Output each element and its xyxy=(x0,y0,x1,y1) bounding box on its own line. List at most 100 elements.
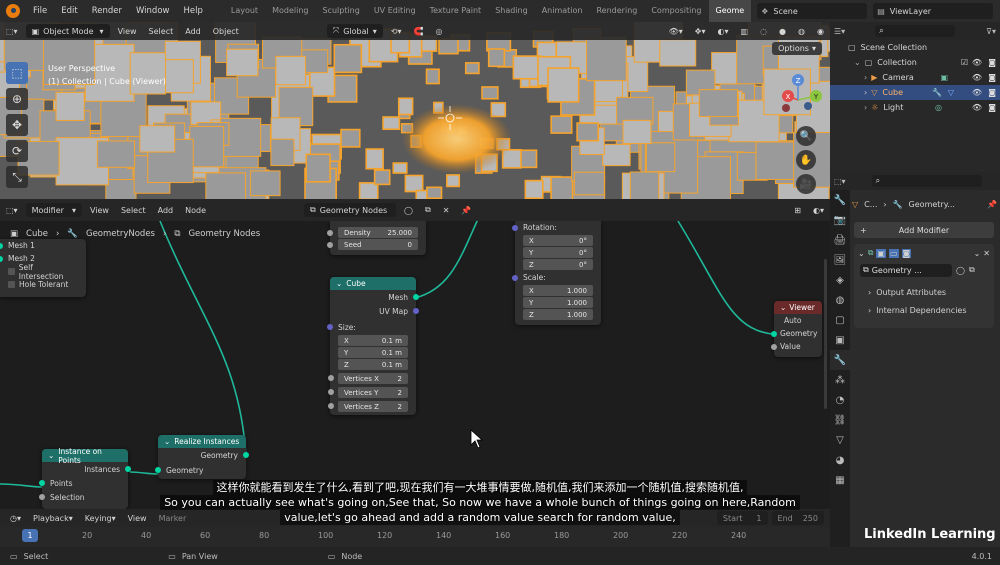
3d-viewport[interactable]: ⬚▾ ▣ Object Mode ▾ View Select Add Objec… xyxy=(0,22,830,199)
outliner-row-light[interactable]: › ☼ Light ◎ 👁 ◙ xyxy=(830,100,1000,115)
breadcrumb-tree[interactable]: Geometry Nodes xyxy=(188,229,260,239)
orientation-dropdown[interactable]: ⤧ Global ▾ xyxy=(326,24,383,38)
socket-icon[interactable] xyxy=(512,225,518,231)
gizmo-toggle-icon[interactable]: ✥▾ xyxy=(689,24,712,38)
properties-search-input[interactable]: ⌕ xyxy=(871,175,982,187)
tab-sculpting[interactable]: Sculpting xyxy=(315,0,366,22)
eye-icon[interactable]: 👁 xyxy=(972,103,982,112)
particles-tab-icon[interactable]: ⁂ xyxy=(830,370,850,390)
density-field[interactable]: Density 25.000 xyxy=(338,227,418,238)
xray-icon[interactable]: ▥ xyxy=(735,24,755,38)
menu-add[interactable]: Add xyxy=(152,203,180,217)
visibility-icon[interactable]: 👁▾ xyxy=(663,24,689,38)
eye-icon[interactable]: 👁 xyxy=(972,73,982,82)
socket-icon[interactable] xyxy=(771,344,777,350)
instance-on-points-header[interactable]: ⌄ Instance on Points xyxy=(42,447,128,465)
socket-icon[interactable] xyxy=(125,466,131,472)
proportional-edit-icon[interactable]: ◎ xyxy=(429,24,448,38)
scene-selector[interactable]: ❖ Scene xyxy=(757,3,868,19)
scene-tab-icon[interactable]: ◈ xyxy=(830,270,850,290)
filter-icon[interactable]: ⊽▾ xyxy=(986,27,996,36)
tab-shading[interactable]: Shading xyxy=(488,0,535,22)
current-frame-indicator[interactable]: 1 xyxy=(22,529,38,542)
chevron-down-icon[interactable]: ⌄ xyxy=(974,249,981,258)
realize-instances-node[interactable]: ⌄ Realize Instances Geometry Geometry xyxy=(155,435,249,479)
socket-icon[interactable] xyxy=(328,403,334,409)
scene-collection-row[interactable]: ▢ Scene Collection xyxy=(830,40,1000,55)
mode-dropdown[interactable]: ▣ Object Mode ▾ xyxy=(25,24,110,38)
select-box-tool-icon[interactable]: ⬚ xyxy=(6,62,28,84)
camera-view-icon[interactable]: 🎥 xyxy=(796,174,816,194)
menu-view[interactable]: View xyxy=(112,24,143,38)
chevron-right-icon[interactable]: › xyxy=(864,103,867,112)
vertices-y-field[interactable]: Vertices Y 2 xyxy=(328,387,408,398)
socket-icon[interactable] xyxy=(39,480,45,486)
pivot-icon[interactable]: ⟲▾ xyxy=(385,24,408,38)
node-tree-type-dropdown[interactable]: Modifier ▾ xyxy=(25,203,82,217)
eye-icon[interactable]: 👁 xyxy=(972,58,982,67)
outliner-row-cube[interactable]: › ▽ Cube 🔧 ▽ 👁 ◙ xyxy=(830,85,1000,100)
pan-hand-icon[interactable]: ✋ xyxy=(796,150,816,170)
geometry-node-editor[interactable]: ⬚▾ Modifier ▾ View Select Add Node ⧉ Geo… xyxy=(0,199,830,509)
keying-menu[interactable]: Keying ▾ xyxy=(79,511,122,525)
pin-icon[interactable]: 📌 xyxy=(987,200,997,209)
output-tab-icon[interactable]: 🖨 xyxy=(830,230,850,250)
camera-render-icon[interactable]: ◙ xyxy=(988,73,996,82)
render-tab-icon[interactable]: 📷 xyxy=(830,210,850,230)
scale-y-field[interactable]: Y 1.000 xyxy=(523,297,593,308)
menu-object[interactable]: Object xyxy=(207,24,245,38)
chevron-down-icon[interactable]: ⌄ xyxy=(854,58,861,67)
editor-type-icon[interactable]: ☰▾ xyxy=(834,27,845,36)
timeline-editor-icon[interactable]: ◷▾ xyxy=(4,511,27,525)
menu-help[interactable]: Help xyxy=(176,6,209,16)
tab-animation[interactable]: Animation xyxy=(535,0,590,22)
move-tool-icon[interactable]: ✥ xyxy=(6,114,28,136)
snap-icon[interactable]: 🧲 xyxy=(407,24,429,38)
shading-solid-icon[interactable]: ● xyxy=(773,24,792,38)
output-attributes-subpanel[interactable]: › Output Attributes xyxy=(854,284,994,300)
realize-instances-header[interactable]: ⌄ Realize Instances xyxy=(158,435,246,448)
camera-render-icon[interactable]: ◙ xyxy=(988,88,996,97)
socket-icon[interactable] xyxy=(155,467,161,473)
scale-tool-icon[interactable]: ⤡ xyxy=(6,166,28,188)
scale-x-field[interactable]: X 1.000 xyxy=(523,285,593,296)
data-tab-icon[interactable]: ▽ xyxy=(830,430,850,450)
internal-dependencies-subpanel[interactable]: › Internal Dependencies xyxy=(854,302,994,318)
transform-node[interactable]: Rotation: X 0° Y 0° Z 0° Scale: X 1.000 Y 1.0… xyxy=(512,221,601,325)
outliner-row-collection[interactable]: ⌄ ▢ Collection ☑ 👁 ◙ xyxy=(830,55,1000,70)
size-y-field[interactable]: Y 0.1 m xyxy=(338,347,408,358)
menu-select[interactable]: Select xyxy=(115,203,152,217)
seed-field[interactable]: Seed 0 xyxy=(338,239,418,250)
duplicate-tree-icon[interactable]: ⧉ xyxy=(419,203,437,217)
cursor-tool-icon[interactable]: ⊕ xyxy=(6,88,28,110)
socket-icon[interactable] xyxy=(0,243,3,249)
mesh-boolean-node[interactable]: Mesh 1 Mesh 2 Self Intersection Hole Tol… xyxy=(0,239,86,297)
socket-icon[interactable] xyxy=(243,452,249,458)
snap-icon[interactable]: ⊞ xyxy=(788,203,807,217)
instance-on-points-node[interactable]: ⌄ Instance on Points Instances Points Se… xyxy=(39,447,131,509)
editor-type-icon[interactable]: ⬚▾ xyxy=(834,177,846,186)
options-button[interactable]: Options ▾ xyxy=(772,42,822,55)
socket-icon[interactable] xyxy=(413,308,419,314)
tab-uv-editing[interactable]: UV Editing xyxy=(367,0,423,22)
unlink-tree-icon[interactable]: ✕ xyxy=(437,203,456,217)
tab-modeling[interactable]: Modeling xyxy=(265,0,315,22)
chevron-down-icon[interactable]: ⌄ xyxy=(858,249,865,258)
viewer-node[interactable]: ⌄ Viewer Auto Geometry Value xyxy=(771,301,822,357)
blender-logo-icon[interactable] xyxy=(6,4,20,18)
socket-icon[interactable] xyxy=(328,389,334,395)
fake-user-shield-icon[interactable]: ◯ xyxy=(956,266,965,275)
camera-render-icon[interactable]: ◙ xyxy=(988,58,996,67)
node-tree-selector[interactable]: ⧉ Geometry Nodes xyxy=(304,203,397,217)
view-layer-tab-icon[interactable]: 🖼 xyxy=(830,250,850,270)
size-z-field[interactable]: Z 0.1 m xyxy=(338,359,408,370)
editor-type-icon[interactable]: ⬚▾ xyxy=(0,203,24,217)
object-tab-icon[interactable]: ▣ xyxy=(830,330,850,350)
menu-render[interactable]: Render xyxy=(85,6,129,16)
menu-view[interactable]: View xyxy=(84,203,115,217)
tab-layout[interactable]: Layout xyxy=(224,0,265,22)
modifier-tree-selector[interactable]: ⧉ Geometry ... xyxy=(860,263,952,277)
breadcrumb-modifier[interactable]: GeometryNodes xyxy=(86,229,155,239)
constraints-tab-icon[interactable]: ⛓ xyxy=(830,410,850,430)
socket-icon[interactable] xyxy=(327,324,333,330)
